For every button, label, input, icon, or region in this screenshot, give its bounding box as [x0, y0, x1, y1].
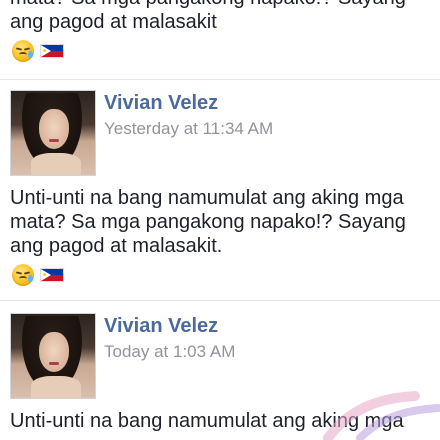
post-text: Unti-unti na bang namumulat ang aking mg…: [10, 187, 406, 257]
post-card: Vivian Velez Today at 1:03 AM Unti-unti …: [0, 313, 440, 433]
post-header: Vivian Velez Yesterday at 11:34 AM: [0, 90, 440, 184]
divider: [0, 79, 440, 80]
post-timestamp[interactable]: Yesterday at 11:34 AM: [104, 119, 273, 139]
avatar[interactable]: [10, 90, 96, 176]
post-text: Unti-unti na bang namumulat ang aking mg…: [10, 410, 404, 432]
post-timestamp[interactable]: Today at 1:03 AM: [104, 342, 235, 362]
post-header: Vivian Velez Today at 1:03 AM: [0, 313, 440, 407]
philippines-flag-icon: [40, 268, 64, 282]
avatar[interactable]: [10, 313, 96, 399]
previous-post: mata? Sa mga pangakong napako!? Sayang a…: [0, 0, 440, 74]
author-name[interactable]: Vivian Velez: [104, 315, 218, 338]
post-text: mata? Sa mga pangakong napako!? Sayang a…: [10, 0, 406, 33]
emoji-row: [12, 264, 430, 286]
divider: [0, 300, 440, 301]
sad-relieved-face-icon: [12, 264, 34, 286]
post-card: Vivian Velez Yesterday at 11:34 AM Unti-…: [0, 90, 440, 286]
author-name[interactable]: Vivian Velez: [104, 92, 218, 115]
sad-relieved-face-icon: [12, 40, 34, 62]
philippines-flag-icon: [40, 44, 64, 58]
emoji-row: [12, 40, 430, 62]
